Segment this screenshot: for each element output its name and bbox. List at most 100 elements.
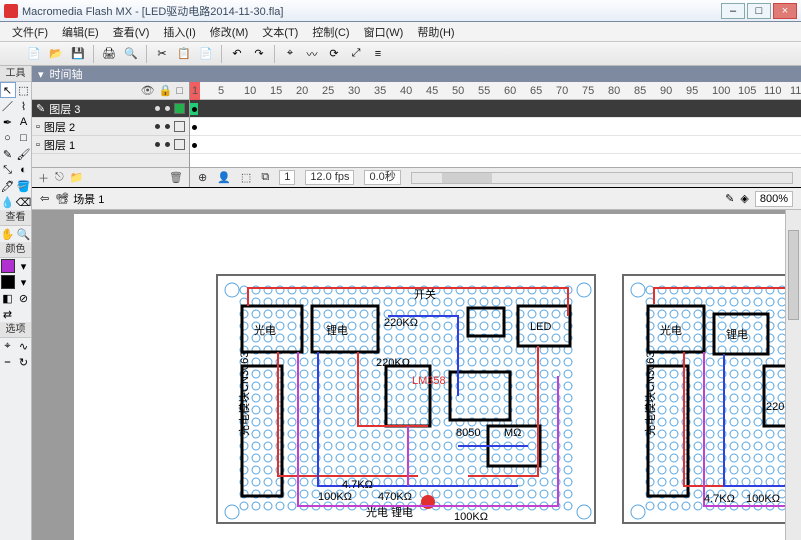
smooth-button[interactable]: 〰 — [302, 44, 322, 64]
lock-column-icon[interactable]: 🔒 — [159, 84, 173, 97]
center-frame-icon[interactable]: ⊕ — [198, 171, 207, 184]
layer-row[interactable]: ▫ 图层 1 — [32, 136, 189, 154]
new-button[interactable]: 📄 — [24, 44, 44, 64]
back-icon[interactable]: ⇦ — [40, 192, 49, 205]
maximize-button[interactable]: □ — [747, 3, 771, 19]
arrow-tool-icon[interactable]: ↖ — [0, 82, 16, 98]
menu-text[interactable]: 文本(T) — [256, 22, 304, 42]
pencil-tool-icon[interactable]: ✎ — [0, 146, 16, 162]
menu-window[interactable]: 窗口(W) — [358, 22, 410, 42]
frame-row[interactable] — [190, 136, 801, 154]
menu-control[interactable]: 控制(C) — [306, 22, 355, 42]
stage-canvas[interactable]: 开关 光电 锂电 LED 220KΩ 220KΩ 100KΩ 470KΩ 4.7… — [74, 214, 801, 540]
open-button[interactable]: 📂 — [46, 44, 66, 64]
undo-button[interactable]: ↶ — [227, 44, 247, 64]
text-tool-icon[interactable]: A — [16, 114, 32, 130]
rotate-button[interactable]: ⟳ — [324, 44, 344, 64]
toolbox-header: 工具 — [0, 66, 31, 82]
layer-color-swatch[interactable] — [174, 103, 185, 114]
layer-row[interactable]: ▫ 图层 2 — [32, 118, 189, 136]
onion-outline-icon[interactable]: ⬚ — [241, 171, 251, 184]
frame-row[interactable] — [190, 100, 801, 118]
zoom-field[interactable]: 800% — [755, 191, 793, 207]
stage-vertical-scrollbar[interactable] — [785, 210, 801, 540]
lasso-tool-icon[interactable]: ⌇ — [16, 98, 32, 114]
hand-tool-icon[interactable]: ✋ — [0, 226, 16, 242]
menu-file[interactable]: 文件(F) — [6, 22, 54, 42]
rotate-option-icon[interactable]: ↻ — [16, 354, 32, 370]
print-button[interactable]: 🖨 — [99, 44, 119, 64]
paste-button[interactable]: 📄 — [196, 44, 216, 64]
copy-button[interactable]: 📋 — [174, 44, 194, 64]
frame-row[interactable] — [190, 118, 801, 136]
label-100k2: 100KΩ — [454, 511, 488, 523]
subselect-tool-icon[interactable]: ⬚ — [16, 82, 32, 98]
no-color-icon[interactable]: ⊘ — [16, 290, 32, 306]
default-colors-icon[interactable]: ◧ — [0, 290, 16, 306]
timeline-scrollbar[interactable] — [411, 172, 793, 184]
symbol-icon[interactable]: ◈ — [740, 192, 748, 205]
rect-tool-icon[interactable]: □ — [16, 130, 32, 146]
pen-tool-icon[interactable]: ✒ — [0, 114, 16, 130]
layer-pane-footer: ＋ ⎋ 📁 🗑 — [32, 167, 189, 187]
fill-swatch[interactable] — [0, 274, 16, 290]
stage[interactable]: 开关 光电 锂电 LED 220KΩ 220KΩ 100KΩ 470KΩ 4.7… — [32, 210, 801, 540]
paint-bucket-tool-icon[interactable]: 🪣 — [16, 178, 32, 194]
frame-ruler[interactable]: 1510152025303540455055606570758085909510… — [190, 82, 801, 100]
label-photo-li: 光电 锂电 — [366, 505, 413, 519]
stroke-swatch[interactable] — [0, 258, 16, 274]
swap-colors-icon[interactable]: ⇄ — [0, 306, 16, 322]
redo-button[interactable]: ↷ — [249, 44, 269, 64]
preview-button[interactable]: 🔍 — [121, 44, 141, 64]
layer-row[interactable]: ✎ 图层 3 — [32, 100, 189, 118]
eraser-tool-icon[interactable]: ⌫ — [16, 194, 32, 210]
zoom-tool-icon[interactable]: 🔍 — [16, 226, 32, 242]
add-guide-button[interactable]: ⎋ — [55, 171, 64, 184]
save-button[interactable]: 💾 — [68, 44, 88, 64]
onion-skin-icon[interactable]: 👤 — [217, 171, 231, 184]
ink-tool-icon[interactable]: 🖊 — [0, 178, 16, 194]
edit-scene-icon[interactable]: ✎ — [725, 192, 734, 205]
layer-color-swatch[interactable] — [174, 121, 185, 132]
transform-tool-icon[interactable]: ⤡ — [0, 162, 16, 178]
fill-transform-tool-icon[interactable]: ◐ — [16, 162, 32, 178]
snap-option-icon[interactable]: ⌖ — [0, 338, 16, 354]
fill-arrow-icon[interactable]: ▾ — [16, 274, 32, 290]
menu-help[interactable]: 帮助(H) — [411, 22, 460, 42]
circuit-board-left[interactable]: 开关 光电 锂电 LED 220KΩ 220KΩ 100KΩ 470KΩ 4.7… — [216, 274, 596, 524]
line-tool-icon[interactable]: ／ — [0, 98, 16, 114]
eye-column-icon[interactable]: 👁 — [141, 84, 155, 97]
layer-color-swatch[interactable] — [174, 139, 185, 150]
brush-tool-icon[interactable]: 🖌 — [16, 146, 32, 162]
menu-view[interactable]: 查看(V) — [107, 22, 156, 42]
label-470k: 470KΩ — [378, 491, 412, 503]
straighten-option-icon[interactable]: ⎯ — [0, 354, 16, 370]
menu-insert[interactable]: 插入(I) — [157, 22, 201, 42]
minimize-button[interactable]: – — [721, 3, 745, 19]
ruler-tick: 85 — [634, 85, 646, 97]
close-button[interactable]: × — [773, 3, 797, 19]
cut-button[interactable]: ✂ — [152, 44, 172, 64]
collapse-icon[interactable]: ▾ — [38, 68, 44, 81]
delete-layer-button[interactable]: 🗑 — [169, 171, 183, 184]
add-folder-button[interactable]: 📁 — [70, 171, 84, 184]
svg-text:100KΩ: 100KΩ — [746, 493, 780, 505]
smooth-option-icon[interactable]: ∿ — [16, 338, 32, 354]
stroke-arrow-icon[interactable]: ▾ — [16, 258, 32, 274]
snap-button[interactable]: ⌖ — [280, 44, 300, 64]
outline-column-icon[interactable]: □ — [176, 85, 183, 97]
ruler-tick: 70 — [556, 85, 568, 97]
eyedropper-tool-icon[interactable]: 💧 — [0, 194, 16, 210]
timeline-header: ▾ 时间轴 — [32, 66, 801, 82]
scene-label[interactable]: 📽 场景 1 — [55, 191, 104, 207]
circuit-board-right[interactable]: 光电 锂电 220KΩ 220KΩ 4.7KΩ 100KΩ 470KΩ 充电模块… — [622, 274, 801, 524]
oval-tool-icon[interactable]: ○ — [0, 130, 16, 146]
align-button[interactable]: ≡ — [368, 44, 388, 64]
ruler-tick: 90 — [660, 85, 672, 97]
add-layer-button[interactable]: ＋ — [38, 170, 49, 186]
menu-edit[interactable]: 编辑(E) — [56, 22, 105, 42]
edit-multiple-icon[interactable]: ⧉ — [261, 171, 269, 184]
ruler-tick: 25 — [322, 85, 334, 97]
menu-modify[interactable]: 修改(M) — [204, 22, 255, 42]
scale-button[interactable]: ⤢ — [346, 44, 366, 64]
